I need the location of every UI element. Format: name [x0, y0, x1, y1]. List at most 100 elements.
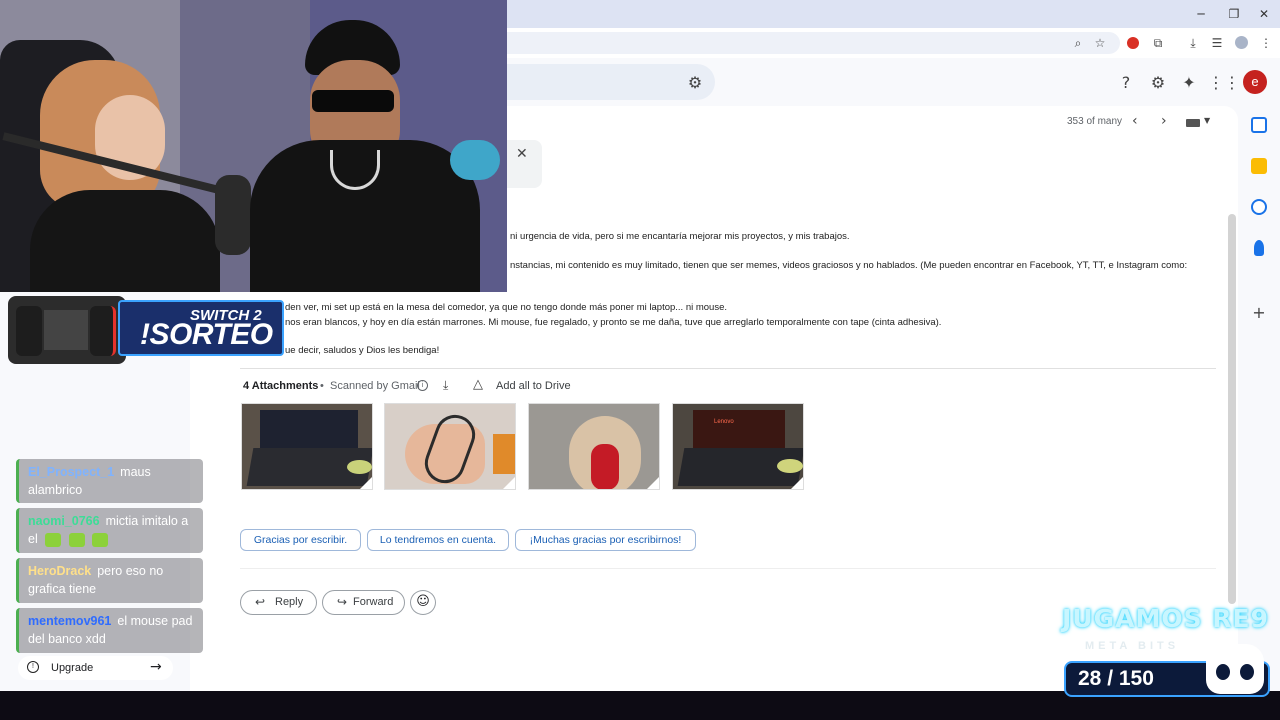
switch-console-image	[8, 296, 126, 364]
emote-icon	[45, 532, 62, 547]
body-line: ue decir, saludos y Dios les bendiga!	[285, 345, 440, 356]
forward-arrow-icon: ↪	[337, 595, 348, 609]
arrow-right-icon: →	[150, 659, 162, 675]
emoji-reaction-icon[interactable]: ☺	[410, 590, 436, 615]
emote-icon	[68, 532, 85, 547]
close-icon[interactable]: ✕	[516, 146, 528, 162]
smart-reply-chip[interactable]: ¡Muchas gracias por escribirnos!	[515, 529, 696, 551]
apps-grid-icon[interactable]: ⋮⋮	[1208, 72, 1240, 94]
console-screen	[44, 310, 88, 350]
goal-title: JUGAMOS RE9	[1062, 604, 1270, 633]
mouse-shape	[777, 459, 803, 473]
close-window-button[interactable]: ✕	[1251, 4, 1277, 24]
input-tools-icon[interactable]	[1186, 119, 1200, 127]
chevron-down-icon[interactable]: ▼	[1204, 116, 1210, 125]
reply-arrow-icon: ↩	[255, 595, 266, 609]
chat-username: El_Prospect_1	[28, 465, 115, 479]
thumb-fold	[360, 477, 372, 489]
profile-icon[interactable]	[1232, 34, 1250, 52]
download-all-icon[interactable]: ⤓	[443, 378, 448, 393]
joycon-left	[16, 306, 42, 356]
calendar-icon[interactable]	[1251, 117, 1267, 133]
chat-message: El_Prospect_1 maus alambrico	[16, 459, 203, 503]
upgrade-alert-icon: !	[27, 661, 39, 673]
bookmark-star-icon[interactable]: ☆	[1091, 34, 1109, 52]
person-left-body	[30, 190, 220, 292]
attachment-thumbnail[interactable]	[528, 403, 660, 490]
chat-username: mentemov961	[28, 614, 112, 628]
pad-center	[591, 444, 619, 489]
laptop-screen	[260, 410, 358, 448]
info-icon[interactable]: i	[417, 380, 428, 391]
goal-count: 28 / 150	[1078, 667, 1154, 690]
scanned-label: Scanned by Gmail	[330, 380, 420, 392]
chat-username: naomi_0766	[28, 514, 100, 528]
reply-label: Reply	[275, 596, 304, 608]
browser-menu-icon[interactable]: ⋮	[1257, 34, 1275, 52]
chat-username: HeroDrack	[28, 564, 92, 578]
downloads-icon[interactable]: ⤓	[1184, 34, 1202, 52]
sunglasses	[312, 90, 394, 112]
screen: ─ ❐ ✕ ⌕ ☆ ⧉ ⤓ ☰ ⋮ ⚙ ? ⚙ ✦ ⋮⋮ e + 353 of …	[0, 0, 1280, 720]
mascot-eye	[1216, 664, 1230, 680]
forward-button[interactable]: ↪ Forward	[322, 590, 405, 615]
mouse-shape	[347, 460, 372, 474]
settings-gear-icon[interactable]: ⚙	[1147, 72, 1169, 94]
extensions-icon[interactable]: ⧉	[1149, 34, 1167, 52]
forward-label: Forward	[353, 596, 394, 608]
older-arrow-icon[interactable]: ›	[1161, 113, 1167, 129]
account-avatar[interactable]: e	[1243, 70, 1267, 94]
smart-reply-chip[interactable]: Gracias por escribir.	[240, 529, 361, 551]
laptop-boot-logo: Lenovo	[714, 419, 734, 425]
help-icon[interactable]: ?	[1115, 72, 1137, 94]
mascot-eye	[1240, 664, 1254, 680]
separator-dot: •	[320, 380, 324, 392]
webcam-overlay	[0, 0, 507, 292]
pager-label: 353 of many	[1067, 116, 1123, 127]
mascot-icon	[1206, 644, 1264, 694]
microphone	[215, 175, 251, 255]
attachment-thumbnail[interactable]	[241, 403, 373, 490]
search-options-icon[interactable]: ⚙	[684, 72, 706, 94]
reply-button[interactable]: ↩ Reply	[240, 590, 317, 615]
address-bar[interactable]	[480, 32, 1120, 54]
plush-toy	[450, 140, 500, 180]
restore-button[interactable]: ❐	[1221, 4, 1247, 24]
background-object	[493, 434, 515, 474]
attachment-thumbnail[interactable]	[384, 403, 516, 490]
divider	[240, 368, 1216, 369]
divider	[240, 568, 1216, 569]
body-line: nos eran blancos, y hoy en día están mar…	[285, 317, 942, 328]
reading-list-icon[interactable]: ☰	[1208, 34, 1226, 52]
body-line: ni urgencia de vida, pero si me encantar…	[510, 231, 850, 242]
goal-subtitle: META BITS	[1085, 640, 1180, 652]
thumb-fold	[503, 477, 515, 489]
newer-arrow-icon[interactable]: ‹	[1132, 113, 1138, 129]
emote-icon	[92, 532, 109, 547]
joycon-right	[90, 306, 116, 356]
chat-message: mentemov961 el mouse pad del banco xdd	[16, 608, 203, 653]
body-line: nstancias, mi contenido es muy limitado,…	[510, 260, 1188, 271]
laptop-screen	[693, 410, 785, 448]
thumb-fold	[791, 477, 803, 489]
adblock-icon[interactable]	[1124, 34, 1142, 52]
add-addon-icon[interactable]: +	[1251, 305, 1267, 321]
gemini-sparkle-icon[interactable]: ✦	[1178, 72, 1200, 94]
tasks-icon[interactable]	[1251, 199, 1267, 215]
attachments-count: 4 Attachments	[243, 380, 319, 392]
add-to-drive-icon[interactable]: △	[473, 377, 483, 392]
contacts-icon[interactable]	[1254, 240, 1264, 256]
keep-icon[interactable]	[1251, 158, 1267, 174]
chat-message: HeroDrack pero eso no grafica tiene	[16, 558, 203, 603]
scrollbar[interactable]	[1228, 214, 1236, 604]
add-all-to-drive-link[interactable]: Add all to Drive	[496, 380, 571, 392]
zoom-icon[interactable]: ⌕	[1069, 34, 1087, 52]
thumb-fold	[647, 477, 659, 489]
smart-reply-chip[interactable]: Lo tendremos en cuenta.	[367, 529, 509, 551]
minimize-button[interactable]: ─	[1188, 4, 1214, 24]
attachment-thumbnail[interactable]: Lenovo	[672, 403, 804, 490]
giveaway-title: !SORTEO	[140, 318, 273, 351]
chat-message: naomi_0766 mictia imitalo a el	[16, 508, 203, 553]
upgrade-label: Upgrade	[51, 662, 94, 674]
body-line: den ver, mi set up está en la mesa del c…	[285, 302, 728, 313]
